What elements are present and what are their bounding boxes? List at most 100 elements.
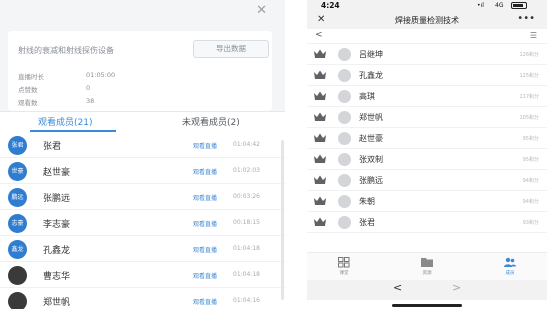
viewer-row[interactable]: 志豪 李志豪 观看直播 00:18:15 bbox=[0, 210, 285, 236]
viewer-name: 张鹏远 bbox=[43, 194, 71, 204]
tab-label: 成员 bbox=[505, 271, 515, 276]
scrollbar[interactable] bbox=[281, 140, 284, 300]
crown-icon bbox=[314, 175, 326, 184]
status-time: 4:24 bbox=[321, 1, 340, 10]
stat-value: 38 bbox=[86, 97, 95, 105]
watch-live-tag: 观看直播 bbox=[193, 195, 218, 202]
avatar bbox=[338, 195, 351, 208]
member-list: 吕继坤 126和分 孔鑫龙 125和分 高琪 117和分 郑世帆 105和分 赵世豪 95和分 张双… bbox=[307, 44, 547, 236]
avatar bbox=[8, 266, 27, 285]
crown-icon bbox=[314, 49, 326, 58]
watch-duration: 01:04:42 bbox=[233, 141, 260, 148]
avatar bbox=[338, 174, 351, 187]
avatar: 鑫龙 bbox=[8, 240, 27, 259]
course-members-screen: 4:24 •ıl 4G ✕ 焊接质量检测技术 ••• < ☰ 吕继坤 126和分孔… bbox=[307, 0, 547, 309]
browser-nav-bar: < > bbox=[307, 280, 547, 300]
member-name: 高琪 bbox=[359, 92, 375, 101]
viewer-row[interactable]: 世豪 赵世豪 观看直播 01:02:03 bbox=[0, 158, 285, 184]
member-score: 117和分 bbox=[519, 94, 539, 100]
viewer-name: 孔鑫龙 bbox=[43, 246, 71, 256]
viewer-row[interactable]: 张君 张君 观看直播 01:04:42 bbox=[0, 132, 285, 158]
viewer-name: 赵世豪 bbox=[43, 168, 71, 178]
member-name: 孔鑫龙 bbox=[359, 71, 383, 80]
watch-live-tag: 观看直播 bbox=[193, 273, 218, 280]
tab-watched-members[interactable]: 观看成员(21) bbox=[38, 115, 92, 128]
viewer-row[interactable]: 郑世帆 观看直播 01:04:16 bbox=[0, 288, 285, 309]
watch-duration: 01:04:16 bbox=[233, 297, 260, 304]
tab-members[interactable]: 成员 bbox=[485, 257, 535, 276]
watch-live-tag: 观看直播 bbox=[193, 169, 218, 176]
tab-label: 资源 bbox=[422, 271, 432, 276]
nav-bar: ✕ 焊接质量检测技术 ••• bbox=[307, 12, 547, 29]
viewer-row[interactable]: 鑫龙 孔鑫龙 观看直播 01:04:18 bbox=[0, 236, 285, 262]
member-row[interactable]: 吕继坤 126和分 bbox=[307, 44, 547, 65]
crown-icon bbox=[314, 133, 326, 142]
member-name: 吕继坤 bbox=[359, 50, 383, 59]
tab-classroom[interactable]: 课堂 bbox=[319, 257, 369, 276]
people-icon bbox=[504, 257, 516, 267]
live-stats-card: 射线的衰减和射线探伤设备 导出数据 直播时长 01:05:00 点赞数 0 观看… bbox=[8, 31, 272, 111]
viewer-row[interactable]: 曹志华 观看直播 01:04:18 bbox=[0, 262, 285, 288]
member-row[interactable]: 孔鑫龙 125和分 bbox=[307, 65, 547, 86]
member-score: 94和分 bbox=[522, 199, 539, 205]
member-name: 郑世帆 bbox=[359, 113, 383, 122]
member-name: 张君 bbox=[359, 218, 375, 227]
viewer-name: 郑世帆 bbox=[43, 298, 71, 308]
avatar bbox=[338, 132, 351, 145]
stat-label: 观看数 bbox=[18, 99, 38, 107]
member-row[interactable]: 郑世帆 105和分 bbox=[307, 107, 547, 128]
watch-duration: 00:03:26 bbox=[233, 193, 260, 200]
crown-icon bbox=[314, 112, 326, 121]
member-name: 张双制 bbox=[359, 155, 383, 164]
member-row[interactable]: 赵世豪 95和分 bbox=[307, 128, 547, 149]
watch-duration: 01:04:18 bbox=[233, 271, 260, 278]
back-icon[interactable]: < bbox=[393, 281, 402, 294]
tab-resources[interactable]: 资源 bbox=[402, 257, 452, 276]
avatar bbox=[8, 292, 27, 309]
member-row[interactable]: 张双制 95和分 bbox=[307, 149, 547, 170]
member-score: 95和分 bbox=[522, 157, 539, 163]
avatar bbox=[338, 153, 351, 166]
avatar bbox=[338, 69, 351, 82]
watch-live-tag: 观看直播 bbox=[193, 247, 218, 254]
watch-live-tag: 观看直播 bbox=[193, 221, 218, 228]
top-bar: ✕ bbox=[0, 0, 285, 24]
export-data-button[interactable]: 导出数据 bbox=[193, 40, 269, 58]
home-indicator bbox=[392, 304, 462, 307]
viewer-name: 曹志华 bbox=[43, 272, 71, 282]
watch-live-tag: 观看直播 bbox=[193, 299, 218, 306]
member-name: 赵世豪 bbox=[359, 134, 383, 143]
avatar: 张君 bbox=[8, 136, 27, 155]
avatar: 志豪 bbox=[8, 214, 27, 233]
bottom-tab-bar: 课堂 资源 成员 bbox=[307, 252, 547, 280]
viewer-name: 张君 bbox=[43, 142, 62, 152]
member-score: 126和分 bbox=[519, 52, 539, 58]
live-stats-screen: ✕ 射线的衰减和射线探伤设备 导出数据 直播时长 01:05:00 点赞数 0 … bbox=[0, 0, 285, 309]
member-score: 95和分 bbox=[522, 136, 539, 142]
watch-duration: 00:18:15 bbox=[233, 219, 260, 226]
stat-value: 0 bbox=[86, 84, 91, 92]
live-title: 射线的衰减和射线探伤设备 bbox=[18, 46, 114, 55]
member-row[interactable]: 高琪 117和分 bbox=[307, 86, 547, 107]
signal-icon: •ıl bbox=[477, 2, 484, 9]
viewer-row[interactable]: 鹏远 张鹏远 观看直播 00:03:26 bbox=[0, 184, 285, 210]
crown-icon bbox=[314, 217, 326, 226]
forward-icon[interactable]: > bbox=[452, 281, 461, 294]
menu-icon[interactable]: ☰ bbox=[530, 31, 537, 40]
close-icon[interactable]: ✕ bbox=[256, 4, 267, 18]
back-icon[interactable]: < bbox=[315, 30, 323, 40]
tab-unwatched-members[interactable]: 未观看成员(2) bbox=[182, 115, 240, 128]
stat-value: 01:05:00 bbox=[86, 71, 116, 79]
member-score: 93和分 bbox=[522, 220, 539, 226]
avatar bbox=[338, 111, 351, 124]
watch-duration: 01:02:03 bbox=[233, 167, 260, 174]
member-row[interactable]: 张鹏远 94和分 bbox=[307, 170, 547, 191]
member-row[interactable]: 张君 93和分 bbox=[307, 212, 547, 233]
member-score: 125和分 bbox=[519, 73, 539, 79]
avatar: 鹏远 bbox=[8, 188, 27, 207]
member-row[interactable]: 朱朝 94和分 bbox=[307, 191, 547, 212]
more-icon[interactable]: ••• bbox=[517, 13, 535, 24]
watch-duration: 01:04:18 bbox=[233, 245, 260, 252]
avatar bbox=[338, 216, 351, 229]
stat-label: 直播时长 bbox=[18, 73, 44, 81]
